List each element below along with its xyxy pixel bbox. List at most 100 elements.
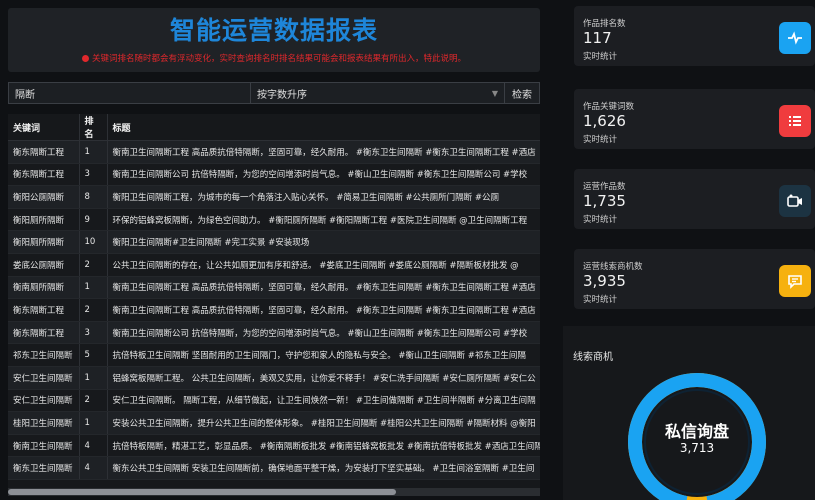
cell-keyword: 衡东卫生间隔断 — [8, 456, 79, 480]
cell-rank: 1 — [78, 140, 108, 164]
cell-keyword: 衡阳厕所隔断 — [8, 230, 79, 254]
cell-title: 铝蜂窝板隔断工程。 公共卫生间隔断，美观又实用，让你爱不释手！ #安仁洗手间隔断… — [107, 366, 540, 390]
cell-rank: 9 — [78, 208, 108, 232]
activity-icon — [779, 22, 811, 54]
keyword-search-input[interactable] — [8, 82, 251, 104]
stat-label: 作品排名数 — [583, 19, 626, 29]
stat-subtitle: 实时统计 — [583, 295, 618, 305]
stat-value: 117 — [583, 29, 612, 47]
horizontal-scrollbar[interactable] — [8, 488, 540, 496]
cell-rank: 1 — [78, 276, 108, 300]
column-header-rank[interactable]: 排名 — [78, 114, 108, 141]
cell-title: 抗倍特板卫生间隔断 坚固耐用的卫生间隔门，守护您和家人的隐私与安全。 #衡山卫生… — [107, 343, 540, 367]
cell-rank: 5 — [78, 343, 108, 367]
cell-title: 衡阳卫生间隔断#卫生间隔断 #完工实景 #安装现场 — [107, 230, 540, 254]
notice-text: 关键词排名随时都会有浮动变化，实时查询排名时排名结果可能会和报表结果有所出入，特… — [91, 54, 466, 64]
stat-card-lead-opportunities: 运营线索商机数 3,935 实时统计 — [574, 249, 815, 309]
cell-keyword: 桂阳卫生间隔断 — [8, 411, 79, 435]
cell-keyword: 衡阳厕所隔断 — [8, 208, 79, 232]
cell-title: 衡南卫生间隔断工程 高品质抗倍特隔断，坚固可靠，经久耐用。 #衡东卫生间隔断 #… — [107, 298, 540, 322]
table-body: 衡东隔断工程 1 衡南卫生间隔断工程 高品质抗倍特隔断，坚固可靠，经久耐用。 #衡东… — [8, 140, 540, 480]
table-row[interactable]: 娄底公厕隔断 2 公共卫生间隔断的存在，让公共如厕更加有序和舒适。 #娄底卫生间隔断… — [8, 253, 540, 277]
chat-icon — [779, 265, 811, 297]
cell-keyword: 安仁卫生间隔断 — [8, 389, 79, 413]
cell-title: 公共卫生间隔断的存在，让公共如厕更加有序和舒适。 #娄底卫生间隔断 #娄底公厕隔… — [107, 253, 540, 277]
search-button[interactable]: 检索 — [505, 82, 540, 104]
cell-title: 衡南卫生间隔断公司 抗倍特隔断，为您的空间增添时尚气息。 #衡山卫生间隔断 #衡… — [107, 321, 540, 345]
table-row[interactable]: 衡阳厕所隔断 9 环保的铝蜂窝板隔断，为绿色空间助力。 #衡阳厕所隔断 #衡阳隔断工… — [8, 208, 540, 232]
cell-rank: 10 — [78, 230, 108, 254]
table-row[interactable]: 衡阳公厕隔断 8 衡阳卫生间隔断工程，为城市的每一个角落注入贴心关怀。 #简易卫生间… — [8, 185, 540, 209]
leads-panel: 线索商机 私信询盘 3,713 — [563, 326, 815, 500]
cell-title: 衡南卫生间隔断工程 高品质抗倍特隔断，坚固可靠，经久耐用。 #衡东卫生间隔断 #… — [107, 276, 540, 300]
video-camera-icon — [779, 185, 811, 217]
column-header-title[interactable]: 标题 — [107, 114, 540, 141]
donut-label: 私信询盘 — [664, 422, 729, 441]
table-row[interactable]: 安仁卫生间隔断 1 铝蜂窝板隔断工程。 公共卫生间隔断，美观又实用，让你爱不释手！ … — [8, 366, 540, 390]
report-header: 智能运营数据报表 关键词排名随时都会有浮动变化，实时查询排名时排名结果可能会和报… — [8, 8, 540, 72]
cell-keyword: 衡东隔断工程 — [8, 163, 79, 187]
sort-order-select[interactable]: 按字数升序 ▼ — [251, 82, 505, 104]
table-row[interactable]: 衡东隔断工程 3 衡南卫生间隔断公司 抗倍特隔断，为您的空间增添时尚气息。 #衡山卫… — [8, 163, 540, 187]
table-header-row: 关键词 排名 标题 — [8, 114, 540, 141]
stat-subtitle: 实时统计 — [583, 135, 618, 145]
cell-title: 衡南卫生间隔断工程 高品质抗倍特隔断，坚固可靠，经久耐用。 #衡东卫生间隔断 #… — [107, 140, 540, 164]
leads-panel-title: 线索商机 — [573, 352, 613, 363]
cell-title: 环保的铝蜂窝板隔断，为绿色空间助力。 #衡阳厕所隔断 #衡阳隔断工程 #医院卫生… — [107, 208, 540, 232]
cell-title: 安装公共卫生间隔断，提升公共卫生间的整体形象。 #桂阳卫生间隔断 #桂阳公共卫生… — [107, 411, 540, 435]
cell-title: 衡阳卫生间隔断工程，为城市的每一个角落注入贴心关怀。 #简易卫生间隔断 #公共厕… — [107, 185, 540, 209]
ranking-table-container[interactable]: 关键词 排名 标题 衡东隔断工程 1 衡南卫生间隔断工程 高品质抗倍特隔断，坚固可靠… — [8, 114, 540, 490]
cell-title: 衡南卫生间隔断公司 抗倍特隔断，为您的空间增添时尚气息。 #衡山卫生间隔断 #衡… — [107, 163, 540, 187]
stat-label: 运营作品数 — [583, 182, 626, 192]
stat-card-operated-works: 运营作品数 1,735 实时统计 — [574, 169, 815, 229]
cell-keyword: 安仁卫生间隔断 — [8, 366, 79, 390]
stat-label: 作品关键词数 — [583, 102, 635, 112]
scrollbar-thumb[interactable] — [8, 489, 396, 495]
table-row[interactable]: 祁东卫生间隔断 5 抗倍特板卫生间隔断 坚固耐用的卫生间隔门，守护您和家人的隐私与安… — [8, 343, 540, 367]
stat-subtitle: 实时统计 — [583, 52, 618, 62]
stat-label: 运营线索商机数 — [583, 262, 643, 272]
cell-keyword: 衡东隔断工程 — [8, 321, 79, 345]
ranking-notice: 关键词排名随时都会有浮动变化，实时查询排名时排名结果可能会和报表结果有所出入，特… — [8, 52, 540, 64]
page-title: 智能运营数据报表 — [169, 16, 378, 45]
cell-rank: 8 — [78, 185, 108, 209]
stat-card-work-keywords: 作品关键词数 1,626 实时统计 — [574, 89, 815, 149]
cell-keyword: 娄底公厕隔断 — [8, 253, 79, 277]
cell-keyword: 祁东卫生间隔断 — [8, 343, 79, 367]
cell-title: 安仁卫生间隔断。 隔断工程，从细节做起，让卫生间焕然一新！ #卫生间做隔断 #卫… — [107, 389, 540, 413]
cell-keyword: 衡南厕所隔断 — [8, 276, 79, 300]
cell-rank: 2 — [78, 253, 108, 277]
report-main: 智能运营数据报表 关键词排名随时都会有浮动变化，实时查询排名时排名结果可能会和报… — [0, 0, 545, 500]
chevron-down-icon: ▼ — [491, 88, 498, 98]
cell-rank: 1 — [78, 411, 108, 435]
table-row[interactable]: 衡东隔断工程 2 衡南卫生间隔断工程 高品质抗倍特隔断，坚固可靠，经久耐用。 #衡东… — [8, 298, 540, 322]
cell-keyword: 衡东隔断工程 — [8, 298, 79, 322]
table-row[interactable]: 衡东隔断工程 1 衡南卫生间隔断工程 高品质抗倍特隔断，坚固可靠，经久耐用。 #衡东… — [8, 140, 540, 164]
table-row[interactable]: 衡南厕所隔断 1 衡南卫生间隔断工程 高品质抗倍特隔断，坚固可靠，经久耐用。 #衡东… — [8, 276, 540, 300]
list-icon — [779, 105, 811, 137]
table-row[interactable]: 衡阳厕所隔断 10 衡阳卫生间隔断#卫生间隔断 #完工实景 #安装现场 — [8, 230, 540, 254]
cell-rank: 2 — [78, 298, 108, 322]
stat-card-ranked-works: 作品排名数 117 实时统计 — [574, 6, 815, 66]
table-row[interactable]: 衡南卫生间隔断 4 抗倍特板隔断，精湛工艺，彰显品质。 #衡南隔断板批发 #衡南铝蜂… — [8, 434, 540, 458]
warning-dot-icon — [81, 55, 89, 62]
cell-keyword: 衡东隔断工程 — [8, 140, 79, 164]
stat-value: 3,935 — [583, 272, 626, 290]
cell-rank: 4 — [78, 456, 108, 480]
stat-value: 1,735 — [583, 192, 626, 210]
table-row[interactable]: 安仁卫生间隔断 2 安仁卫生间隔断。 隔断工程，从细节做起，让卫生间焕然一新！ #卫… — [8, 389, 540, 413]
cell-rank: 3 — [78, 321, 108, 345]
cell-rank: 2 — [78, 389, 108, 413]
cell-keyword: 衡南卫生间隔断 — [8, 434, 79, 458]
cell-title: 抗倍特板隔断，精湛工艺，彰显品质。 #衡南隔断板批发 #衡南铝蜂窝板批发 #衡南… — [107, 434, 540, 458]
donut-center-text: 私信询盘 3,713 — [625, 370, 769, 500]
cell-title: 衡东公共卫生间隔断 安装卫生间隔断前，确保地面平整干燥，为安装打下坚实基础。 #… — [107, 456, 540, 480]
stat-value: 1,626 — [583, 112, 626, 130]
cell-keyword: 衡阳公厕隔断 — [8, 185, 79, 209]
table-row[interactable]: 衡东隔断工程 3 衡南卫生间隔断公司 抗倍特隔断，为您的空间增添时尚气息。 #衡山卫… — [8, 321, 540, 345]
column-header-keyword[interactable]: 关键词 — [8, 114, 79, 141]
sort-order-value: 按字数升序 — [257, 89, 307, 101]
search-bar: 按字数升序 ▼ 检索 — [8, 82, 540, 104]
table-row[interactable]: 桂阳卫生间隔断 1 安装公共卫生间隔断，提升公共卫生间的整体形象。 #桂阳卫生间隔断… — [8, 411, 540, 435]
table-row[interactable]: 衡东卫生间隔断 4 衡东公共卫生间隔断 安装卫生间隔断前，确保地面平整干燥，为安装打… — [8, 456, 540, 480]
